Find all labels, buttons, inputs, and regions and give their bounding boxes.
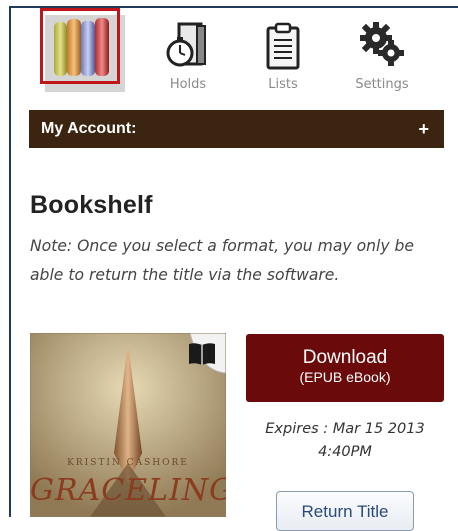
toolbar-bookshelf-button[interactable] <box>40 8 130 98</box>
toolbar-holds-button[interactable]: Holds <box>143 8 233 98</box>
cover-title: GRACELING <box>30 473 226 508</box>
toolbar-holds-label: Holds <box>169 77 207 92</box>
selection-highlight <box>40 8 120 84</box>
toolbar: Holds Lists Settings <box>30 8 450 98</box>
cover-author: KRISTIN CASHORE <box>67 458 189 468</box>
download-button[interactable]: Download (EPUB eBook) <box>246 334 444 402</box>
toolbar-lists-button[interactable]: Lists <box>238 8 328 98</box>
book-cover[interactable]: KRISTIN CASHORE GRACELING <box>30 333 226 517</box>
ebook-icon <box>189 343 215 365</box>
expand-plus-icon[interactable]: + <box>418 119 432 140</box>
bookshelf-note: Note: Once you select a format, you may … <box>30 237 415 284</box>
stopwatch-book-icon <box>166 22 206 67</box>
page-title: Bookshelf <box>30 191 153 219</box>
return-title-button[interactable]: Return Title <box>276 491 414 531</box>
toolbar-settings-button[interactable]: Settings <box>337 8 427 98</box>
toolbar-lists-label: Lists <box>268 77 298 92</box>
download-label: Download <box>302 347 388 368</box>
my-account-bar[interactable]: My Account: + <box>29 110 444 148</box>
expiry-text: Expires : Mar 15 2013 4:40PM <box>265 421 425 460</box>
my-account-label: My Account: <box>41 120 137 137</box>
clipboard-list-icon <box>266 22 300 70</box>
download-format: (EPUB eBook) <box>299 369 391 385</box>
toolbar-settings-label: Settings <box>355 77 409 92</box>
gears-icon <box>360 22 404 66</box>
